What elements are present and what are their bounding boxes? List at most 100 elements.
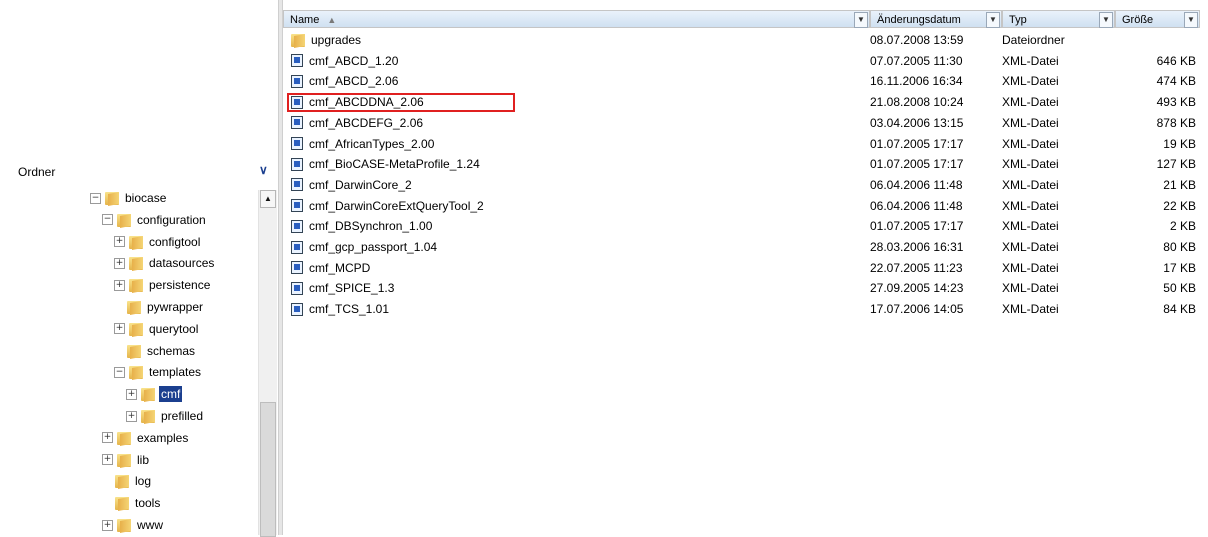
expand-icon[interactable]: + <box>126 388 137 400</box>
tree-item[interactable]: + querytool <box>114 318 200 340</box>
file-type: XML-Datei <box>1002 136 1059 151</box>
expand-icon[interactable]: + <box>114 257 125 269</box>
file-row[interactable]: cmf_AfricanTypes_2.00 01.07.2005 17:17 XML… <box>283 134 1208 155</box>
file-row[interactable]: cmf_ABCD_2.06 16.11.2006 16:34 XML-Datei 47… <box>283 71 1208 92</box>
tree-item-label: querytool <box>149 321 199 336</box>
tree-item[interactable]: + datasources <box>114 252 216 274</box>
file-type: XML-Datei <box>1002 198 1059 213</box>
xml-file-icon <box>291 74 303 88</box>
file-row[interactable]: cmf_DarwinCoreExtQueryTool_2 06.04.2006 1… <box>283 196 1208 217</box>
xml-file-icon <box>291 261 303 275</box>
collapse-icon[interactable]: − <box>114 366 125 378</box>
expand-icon[interactable]: + <box>102 432 113 444</box>
file-row[interactable]: cmf_MCPD 22.07.2005 11:23 XML-Datei 17 KB <box>283 258 1208 279</box>
tree-item-label: tools <box>135 496 161 511</box>
folder-icon <box>129 235 143 250</box>
file-row[interactable]: cmf_DBSynchron_1.00 01.07.2005 17:17 XML-D… <box>283 216 1208 237</box>
folder-icon <box>141 409 155 424</box>
file-name: cmf_DarwinCore_2 <box>309 177 412 192</box>
file-name: cmf_AfricanTypes_2.00 <box>309 136 435 151</box>
tree-item[interactable]: tools <box>102 492 162 514</box>
file-row[interactable]: cmf_SPICE_1.3 27.09.2005 14:23 XML-Datei 50… <box>283 278 1208 299</box>
expand-icon[interactable]: + <box>126 410 137 422</box>
column-filter-dropdown-icon[interactable]: ▼ <box>854 12 868 28</box>
xml-file-icon <box>291 95 303 109</box>
column-header-size[interactable]: Größe ▼ <box>1115 10 1200 28</box>
file-list-header: Name ▲ ▼ Änderungsdatum ▼ Typ ▼ Größe ▼ <box>283 10 1208 30</box>
expand-icon[interactable]: + <box>102 519 113 531</box>
chevron-down-icon[interactable]: ∨ <box>259 163 268 177</box>
tree-item-label: schemas <box>147 343 196 358</box>
file-name: upgrades <box>311 33 362 47</box>
column-type-label: Typ <box>1009 14 1027 26</box>
scrollbar-thumb[interactable] <box>260 402 276 537</box>
file-row[interactable]: cmf_BioCASE-MetaProfile_1.24 01.07.2005 1… <box>283 154 1208 175</box>
file-name-cell: cmf_ABCDDNA_2.06 <box>291 95 424 109</box>
xml-file-icon <box>291 157 303 171</box>
folder-icon <box>117 213 131 228</box>
xml-file-icon <box>291 219 303 233</box>
file-type: XML-Datei <box>1002 95 1059 110</box>
tree-item[interactable]: schemas <box>114 340 197 362</box>
file-name: cmf_gcp_passport_1.04 <box>309 240 438 254</box>
column-header-type[interactable]: Typ ▼ <box>1002 10 1115 28</box>
expand-icon[interactable]: + <box>114 236 125 248</box>
expand-icon[interactable]: + <box>114 279 125 291</box>
folder-tree-scrollbar[interactable]: ▲ <box>258 190 277 537</box>
file-name-cell: cmf_DarwinCore_2 <box>291 178 412 192</box>
tree-item[interactable]: − templates <box>114 361 203 383</box>
tree-item[interactable]: + examples <box>102 427 190 449</box>
tree-item[interactable]: + lib <box>102 449 151 471</box>
folder-icon <box>117 453 131 468</box>
tree-item[interactable]: − configuration <box>102 209 208 231</box>
file-date: 03.04.2006 13:15 <box>870 115 964 130</box>
column-filter-dropdown-icon[interactable]: ▼ <box>1099 12 1113 28</box>
xml-file-icon <box>291 54 303 68</box>
file-name-cell: cmf_TCS_1.01 <box>291 302 389 316</box>
tree-item-label: persistence <box>149 278 211 293</box>
column-filter-dropdown-icon[interactable]: ▼ <box>1184 12 1198 28</box>
tree-item-label: www <box>137 518 163 532</box>
file-date: 16.11.2006 16:34 <box>870 74 963 89</box>
column-header-name[interactable]: Name ▲ ▼ <box>283 10 870 28</box>
scroll-up-arrow-icon[interactable]: ▲ <box>260 190 276 208</box>
folder-pane-header[interactable]: Ordner ∨ <box>10 160 275 184</box>
tree-item[interactable]: log <box>102 470 153 492</box>
file-row[interactable]: cmf_ABCDDNA_2.06 21.08.2008 10:24 XML-Date… <box>283 92 1208 113</box>
file-name: cmf_ABCD_2.06 <box>309 74 399 89</box>
file-row[interactable]: cmf_ABCDEFG_2.06 03.04.2006 13:15 XML-Date… <box>283 113 1208 134</box>
column-name-label: Name <box>290 14 320 26</box>
collapse-icon[interactable]: − <box>102 214 113 226</box>
file-row[interactable]: cmf_DarwinCore_2 06.04.2006 11:48 XML-Date… <box>283 175 1208 196</box>
tree-item[interactable]: + prefilled <box>126 405 205 427</box>
file-name: cmf_BioCASE-MetaProfile_1.24 <box>309 157 480 172</box>
expand-icon[interactable]: + <box>114 323 125 335</box>
tree-item[interactable]: + cmf <box>126 383 183 405</box>
tree-item[interactable]: pywrapper <box>114 296 205 318</box>
file-row[interactable]: upgrades 08.07.2008 13:59 Dateiordner <box>283 30 1208 51</box>
file-type: Dateiordner <box>1002 33 1065 47</box>
file-name-cell: cmf_AfricanTypes_2.00 <box>291 137 434 151</box>
column-filter-dropdown-icon[interactable]: ▼ <box>986 12 1000 28</box>
collapse-icon[interactable]: − <box>90 192 101 204</box>
xml-file-icon <box>291 137 303 150</box>
tree-item[interactable]: + persistence <box>114 274 212 296</box>
file-row[interactable]: cmf_TCS_1.01 17.07.2006 14:05 XML-Datei 84 … <box>283 299 1208 320</box>
tree-item[interactable]: + www <box>102 514 165 536</box>
file-row[interactable]: cmf_ABCD_1.20 07.07.2005 11:30 XML-Datei 64… <box>283 51 1208 72</box>
tree-item[interactable]: + configtool <box>114 231 202 253</box>
folder-icon <box>115 474 129 490</box>
file-size: 2 KB <box>1169 219 1196 234</box>
file-type: XML-Datei <box>1002 219 1059 234</box>
file-size: 17 KB <box>1163 260 1196 275</box>
file-name-cell: cmf_DBSynchron_1.00 <box>291 219 432 233</box>
tree-item[interactable]: − biocase <box>90 187 168 209</box>
column-header-date[interactable]: Änderungsdatum ▼ <box>870 10 1002 28</box>
xml-file-icon <box>291 199 303 213</box>
expand-icon[interactable]: + <box>102 454 113 466</box>
file-name-cell: cmf_MCPD <box>291 261 370 275</box>
file-date: 28.03.2006 16:31 <box>870 240 964 254</box>
file-row[interactable]: cmf_gcp_passport_1.04 28.03.2006 16:31 XML… <box>283 237 1208 258</box>
